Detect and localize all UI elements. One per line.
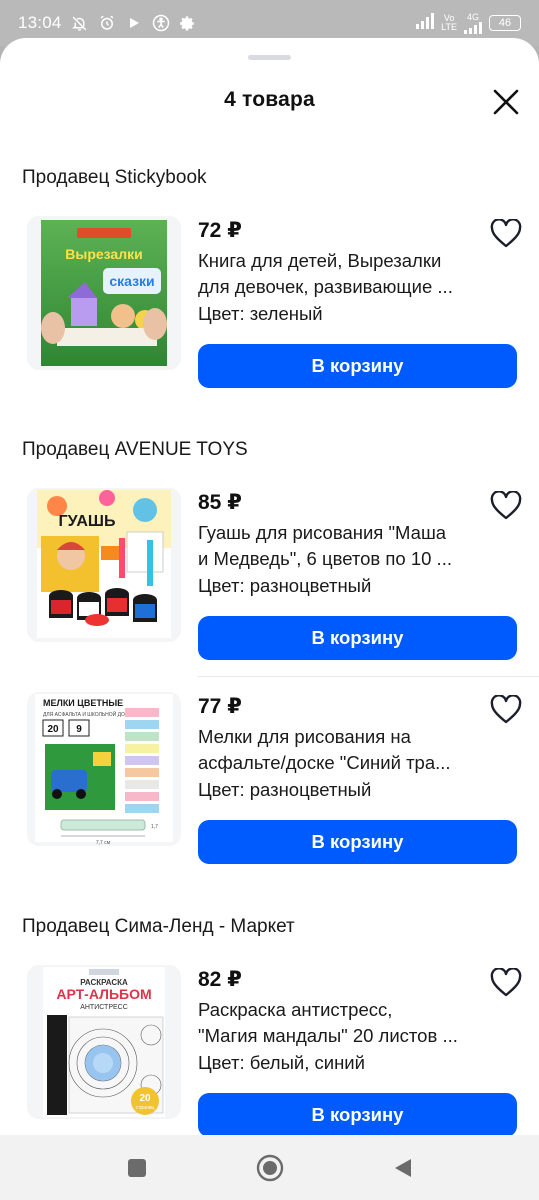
- favorite-button[interactable]: [488, 216, 524, 252]
- recent-apps-icon: [127, 1158, 146, 1177]
- product-price: 72 ₽: [198, 219, 242, 242]
- favorite-button[interactable]: [488, 965, 524, 1001]
- svg-text:МЕЛКИ ЦВЕТНЫЕ: МЕЛКИ ЦВЕТНЫЕ: [43, 698, 123, 708]
- product-price: 85 ₽: [198, 491, 242, 514]
- product-name[interactable]: Раскраска антистресс, "Магия мандалы" 20…: [198, 997, 498, 1049]
- battery-indicator: 46: [489, 15, 521, 31]
- svg-text:ДЛЯ АСФАЛЬТА И ШКОЛЬНОЙ ДОСКИ: ДЛЯ АСФАЛЬТА И ШКОЛЬНОЙ ДОСКИ: [43, 710, 135, 718]
- product-card: МЕЛКИ ЦВЕТНЫЕ ДЛЯ АСФАЛЬТА И ШКОЛЬНОЙ ДО…: [0, 692, 539, 882]
- heart-outline-icon: [490, 695, 522, 724]
- svg-text:9: 9: [76, 724, 82, 735]
- favorite-button[interactable]: [488, 488, 524, 524]
- heart-outline-icon: [490, 219, 522, 248]
- product-color: Цвет: белый, синий: [198, 1052, 365, 1073]
- network-type: 4G: [463, 12, 483, 34]
- home-button[interactable]: [250, 1148, 290, 1188]
- back-icon: [394, 1158, 411, 1177]
- product-price: 77 ₽: [198, 695, 242, 718]
- product-divider: [198, 676, 539, 677]
- svg-text:Вырезалки: Вырезалки: [65, 246, 142, 262]
- product-image[interactable]: ГУАШЬ: [27, 488, 181, 642]
- product-name[interactable]: Мелки для рисования на асфальте/доске "С…: [198, 724, 498, 776]
- add-to-cart-button[interactable]: В корзину: [198, 1093, 517, 1137]
- product-price: 82 ₽: [198, 968, 242, 991]
- svg-text:страниц: страниц: [136, 1105, 155, 1111]
- home-icon: [256, 1154, 283, 1181]
- cart-sheet: 4 товара Продавец Stickybook Вырезалки с…: [0, 38, 539, 1200]
- svg-text:АНТИСТРЕСС: АНТИСТРЕСС: [80, 1004, 128, 1011]
- product-image[interactable]: Вырезалки сказки: [27, 216, 181, 370]
- svg-text:АРТ-АЛЬБОМ: АРТ-АЛЬБОМ: [56, 986, 151, 1002]
- favorite-button[interactable]: [488, 692, 524, 728]
- seller-label: Продавец Сима-Ленд - Маркет: [22, 916, 295, 937]
- svg-text:ГУАШЬ: ГУАШЬ: [59, 513, 116, 530]
- svg-text:1,7: 1,7: [151, 824, 158, 830]
- product-color: Цвет: разноцветный: [198, 575, 372, 596]
- product-card: РАСКРАСКА АРТ-АЛЬБОМ АНТИСТРЕСС 20 стран…: [0, 965, 539, 1155]
- sheet-grabber[interactable]: [248, 55, 291, 60]
- product-name[interactable]: Книга для детей, Вырезалки для девочек, …: [198, 248, 498, 300]
- product-color: Цвет: разноцветный: [198, 779, 372, 800]
- heart-outline-icon: [490, 491, 522, 520]
- alarm-icon: [98, 14, 116, 32]
- seller-label: Продавец AVENUE TOYS: [22, 439, 248, 460]
- notifications-off-icon: [71, 14, 89, 32]
- product-color: Цвет: зеленый: [198, 303, 323, 324]
- add-to-cart-button[interactable]: В корзину: [198, 820, 517, 864]
- accessibility-icon: [152, 14, 170, 32]
- svg-text:7,7 см: 7,7 см: [96, 840, 111, 846]
- status-time: 13:04: [18, 13, 62, 32]
- product-card: ГУАШЬ 85 ₽ Гуашь для рисования "Маша и М…: [0, 488, 539, 678]
- svg-text:20: 20: [139, 1093, 151, 1104]
- close-button[interactable]: [490, 86, 522, 118]
- play-icon: [125, 14, 143, 32]
- add-to-cart-button[interactable]: В корзину: [198, 616, 517, 660]
- volte-label: Vo LTE: [441, 13, 457, 32]
- product-name[interactable]: Гуашь для рисования "Маша и Медведь", 6 …: [198, 520, 498, 572]
- settings-icon: [179, 14, 197, 32]
- system-nav-bar: [0, 1135, 539, 1200]
- svg-text:сказки: сказки: [109, 273, 154, 289]
- svg-text:20: 20: [47, 724, 59, 735]
- signal-icon: [415, 12, 435, 34]
- recent-apps-button[interactable]: [117, 1148, 157, 1188]
- product-card: Вырезалки сказки 72 ₽ Книга для детей, В…: [0, 216, 539, 406]
- heart-outline-icon: [490, 968, 522, 997]
- product-image[interactable]: РАСКРАСКА АРТ-АЛЬБОМ АНТИСТРЕСС 20 стран…: [27, 965, 181, 1119]
- seller-label: Продавец Stickybook: [22, 167, 207, 188]
- close-icon: [493, 89, 519, 115]
- add-to-cart-button[interactable]: В корзину: [198, 344, 517, 388]
- product-image[interactable]: МЕЛКИ ЦВЕТНЫЕ ДЛЯ АСФАЛЬТА И ШКОЛЬНОЙ ДО…: [27, 692, 181, 846]
- back-button[interactable]: [383, 1148, 423, 1188]
- sheet-title: 4 товара: [224, 88, 315, 111]
